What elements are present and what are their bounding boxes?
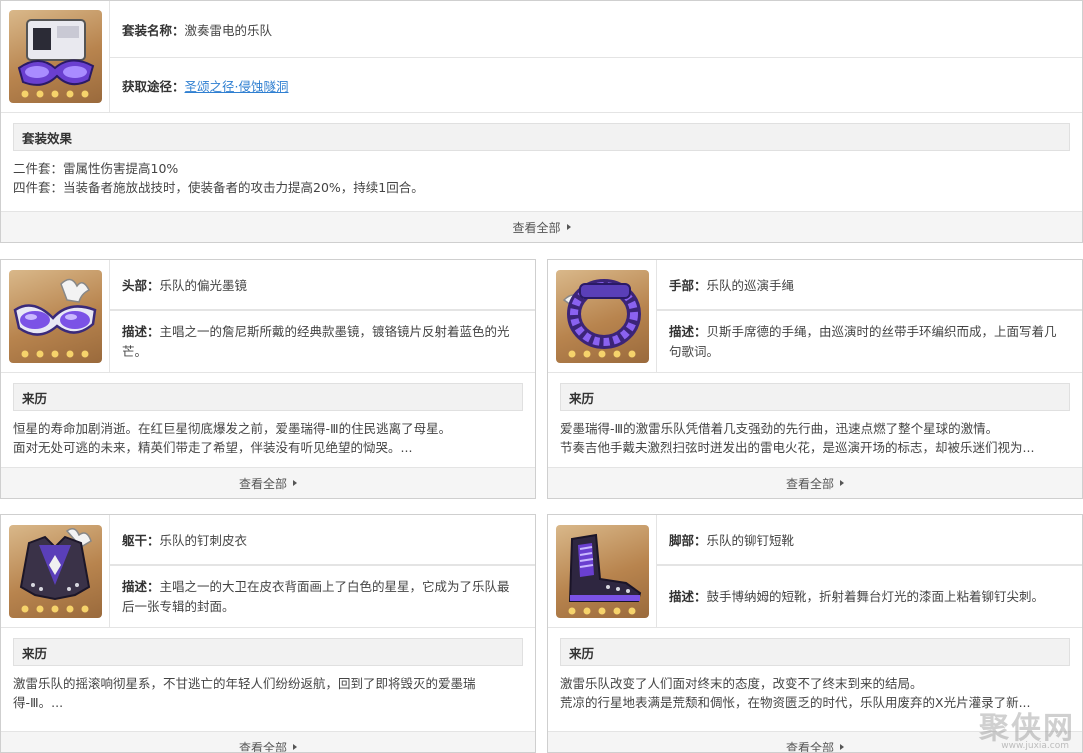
view-all-label: 查看全部 (238, 740, 287, 753)
set-name-value: 激奏雷电的乐队 (184, 22, 273, 38)
piece-slot-label: 躯干： (122, 533, 160, 548)
piece-view-all-button[interactable]: 查看全部 (548, 467, 1082, 498)
story-line: 激雷乐队的摇滚响彻星系，不甘逃亡的年轻人们纷纷返航，回到了即将毁灭的爱墨瑞 (13, 676, 476, 691)
sunglasses-icon (13, 278, 96, 357)
caret-right-icon (293, 480, 297, 486)
story-line: 爱墨瑞得-Ⅲ的激雷乐队凭借着几支强劲的先行曲，迅速点燃了整个星球的激情。 (560, 421, 999, 436)
piece-header: 头部： 乐队的偏光墨镜 描述：主唱之一的詹尼斯所戴的经典款墨镜，镀铬镜片反射着蓝… (1, 260, 535, 373)
piece-story-heading: 来历 (13, 383, 523, 411)
piece-story-text: 恒星的寿命加剧消逝。在红巨星彻底爆发之前，爱墨瑞得-Ⅲ的住民逃离了母星。 面对无… (1, 411, 535, 457)
piece-name: 乐队的钉刺皮衣 (159, 533, 248, 548)
piece-story-text: 爱墨瑞得-Ⅲ的激雷乐队凭借着几支强劲的先行曲，迅速点燃了整个星球的激情。 节奏吉… (548, 411, 1082, 457)
set-name-label: 套装名称： (122, 22, 185, 38)
piece-desc: 主唱之一的詹尼斯所戴的经典款墨镜，镀铬镜片反射着蓝色的光芒。 (122, 323, 510, 359)
piece-header: 手部： 乐队的巡演手绳 描述：贝斯手席德的手绳，由巡演时的丝带手环编织而成，上面… (548, 260, 1082, 373)
piece-name-row: 脚部： 乐队的铆钉短靴 (657, 515, 1082, 565)
story-line: 面对无处可逃的未来，精英们带走了希望，伴装没有听见绝望的恸哭。... (13, 440, 413, 455)
set-effect-4pc: 四件套：当装备者施放战技时，使装备者的攻击力提高20%，持续1回合。 (13, 180, 424, 195)
set-view-all-label: 查看全部 (512, 220, 561, 235)
piece-view-all-button[interactable]: 查看全部 (1, 731, 535, 753)
piece-name-row: 头部： 乐队的偏光墨镜 (110, 260, 535, 310)
story-line: 激雷乐队改变了人们面对终末的态度，改变不了终末到来的结局。 (560, 676, 923, 691)
set-effects-text: 二件套：雷属性伤害提高10% 四件套：当装备者施放战技时，使装备者的攻击力提高2… (1, 151, 1082, 197)
piece-name: 乐队的偏光墨镜 (159, 278, 248, 293)
story-line: 得-Ⅲ。... (13, 695, 64, 710)
piece-card-body: 躯干： 乐队的钉刺皮衣 描述：主唱之一的大卫在皮衣背面画上了白色的星星，它成为了… (0, 514, 536, 753)
piece-thumbnail[interactable] (555, 524, 649, 618)
piece-desc-row: 描述：鼓手博纳姆的短靴，折射着舞台灯光的漆面上粘着铆钉尖刺。 (657, 565, 1082, 627)
piece-desc-label: 描述： (122, 578, 160, 594)
set-box-icon (17, 19, 94, 98)
story-line: 节奏吉他手戴夫激烈扫弦时迸发出的雷电火花，是巡演开场的标志，却被乐迷们视为... (560, 440, 1035, 455)
piece-thumbnail[interactable] (8, 524, 102, 618)
piece-desc-label: 描述： (669, 588, 707, 604)
set-thumbnail[interactable] (8, 10, 102, 103)
piece-header: 脚部： 乐队的铆钉短靴 描述：鼓手博纳姆的短靴，折射着舞台灯光的漆面上粘着铆钉尖… (548, 515, 1082, 628)
piece-slot-label: 头部： (122, 278, 160, 293)
piece-story-text: 激雷乐队的摇滚响彻星系，不甘逃亡的年轻人们纷纷返航，回到了即将毁灭的爱墨瑞 得-… (1, 666, 535, 712)
set-source-link[interactable]: 圣颂之径·侵蚀隧洞 (185, 76, 289, 95)
caret-right-icon (566, 224, 571, 230)
set-source-row: 获取途径： 圣颂之径·侵蚀隧洞 (110, 57, 1082, 112)
piece-desc-row: 描述：主唱之一的大卫在皮衣背面画上了白色的星星，它成为了乐队最后一张专辑的封面。 (110, 565, 535, 627)
piece-desc-label: 描述： (122, 323, 160, 339)
caret-right-icon (293, 744, 297, 750)
set-name-row: 套装名称： 激奏雷电的乐队 (110, 1, 1082, 57)
piece-name: 乐队的巡演手绳 (706, 278, 795, 293)
piece-view-all-button[interactable]: 查看全部 (1, 467, 535, 498)
set-effects-heading: 套装效果 (13, 123, 1070, 151)
piece-thumbnail[interactable] (555, 269, 649, 363)
caret-right-icon (840, 744, 844, 750)
piece-story-heading: 来历 (560, 383, 1070, 411)
piece-name: 乐队的铆钉短靴 (706, 533, 795, 548)
view-all-label: 查看全部 (785, 476, 834, 491)
piece-name-row: 躯干： 乐队的钉刺皮衣 (110, 515, 535, 565)
piece-desc: 贝斯手席德的手绳，由巡演时的丝带手环编织而成，上面写着几句歌词。 (669, 323, 1057, 359)
set-view-all-button[interactable]: 查看全部 (1, 211, 1082, 242)
piece-thumbnail[interactable] (8, 269, 102, 363)
wristband-icon (562, 278, 641, 357)
set-effect-2pc: 二件套：雷属性伤害提高10% (13, 161, 179, 176)
piece-desc: 鼓手博纳姆的短靴，折射着舞台灯光的漆面上粘着铆钉尖刺。 (706, 588, 1045, 604)
set-header: 套装名称： 激奏雷电的乐队 获取途径： 圣颂之径·侵蚀隧洞 (1, 1, 1082, 113)
piece-desc-row: 描述：贝斯手席德的手绳，由巡演时的丝带手环编织而成，上面写着几句歌词。 (657, 310, 1082, 372)
caret-right-icon (840, 480, 844, 486)
leather-jacket-icon (19, 527, 92, 612)
piece-story-heading: 来历 (560, 638, 1070, 666)
piece-story-heading: 来历 (13, 638, 523, 666)
piece-card-hands: 手部： 乐队的巡演手绳 描述：贝斯手席德的手绳，由巡演时的丝带手环编织而成，上面… (547, 259, 1083, 499)
story-line: 恒星的寿命加剧消逝。在红巨星彻底爆发之前，爱墨瑞得-Ⅲ的住民逃离了母星。 (13, 421, 452, 436)
piece-desc: 主唱之一的大卫在皮衣背面画上了白色的星星，它成为了乐队最后一张专辑的封面。 (122, 578, 510, 614)
view-all-label: 查看全部 (238, 476, 287, 491)
piece-slot-label: 手部： (669, 278, 707, 293)
site-watermark-url: www.juxia.com (1001, 741, 1069, 751)
set-summary-card: 套装名称： 激奏雷电的乐队 获取途径： 圣颂之径·侵蚀隧洞 套装效果 二件套：雷… (0, 0, 1083, 243)
set-thumbnail-cell (1, 1, 110, 112)
piece-desc-row: 描述：主唱之一的詹尼斯所戴的经典款墨镜，镀铬镜片反射着蓝色的光芒。 (110, 310, 535, 372)
boots-icon (568, 533, 641, 614)
view-all-label: 查看全部 (785, 740, 834, 753)
set-source-label: 获取途径： (122, 78, 185, 94)
piece-slot-label: 脚部： (669, 533, 707, 548)
piece-name-row: 手部： 乐队的巡演手绳 (657, 260, 1082, 310)
piece-card-head: 头部： 乐队的偏光墨镜 描述：主唱之一的詹尼斯所戴的经典款墨镜，镀铬镜片反射着蓝… (0, 259, 536, 499)
piece-desc-label: 描述： (669, 323, 707, 339)
piece-header: 躯干： 乐队的钉刺皮衣 描述：主唱之一的大卫在皮衣背面画上了白色的星星，它成为了… (1, 515, 535, 628)
set-info: 套装名称： 激奏雷电的乐队 获取途径： 圣颂之径·侵蚀隧洞 (110, 1, 1082, 112)
